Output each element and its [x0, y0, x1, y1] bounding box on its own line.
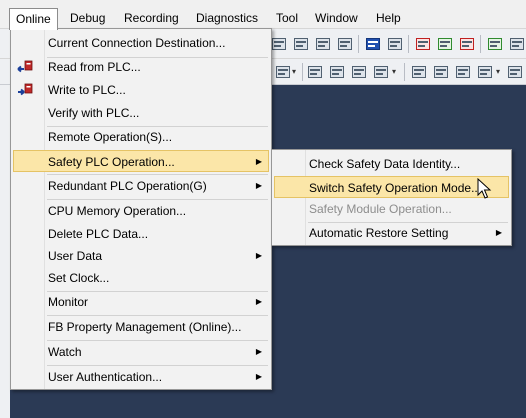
cross-reference-icon[interactable]: [328, 64, 346, 80]
menu-item-monitor[interactable]: Monitor ▶: [13, 291, 269, 313]
menu-bar: Online Debug Recording Diagnostics Tool …: [0, 8, 526, 30]
menu-item-read-from-plc[interactable]: Read from PLC...: [13, 56, 269, 78]
menu-help[interactable]: Help: [370, 8, 407, 29]
window-icon[interactable]: [508, 36, 526, 52]
menu-item-label: Read from PLC...: [48, 60, 141, 74]
menu-item-label: Switch Safety Operation Mode...: [309, 181, 482, 195]
menu-tool[interactable]: Tool: [270, 8, 304, 29]
menu-item-fb-property-management[interactable]: FB Property Management (Online)...: [13, 316, 269, 338]
menu-item-check-safety-data-identity[interactable]: Check Safety Data Identity...: [274, 153, 509, 175]
menu-item-label: User Authentication...: [48, 370, 163, 384]
submenu-arrow-icon: ▶: [255, 297, 262, 306]
menu-item-label: Safety Module Operation...: [309, 202, 452, 216]
element-list-icon[interactable]: [410, 64, 428, 80]
label-icon[interactable]: [476, 64, 494, 80]
menu-item-set-clock[interactable]: Set Clock...: [13, 267, 269, 289]
menu-item-switch-safety-operation-mode[interactable]: Switch Safety Operation Mode...: [274, 176, 509, 198]
menu-item-label: Set Clock...: [48, 271, 110, 285]
menu-item-label: Write to PLC...: [48, 83, 126, 97]
monitor-stop-icon[interactable]: [292, 36, 310, 52]
left-dock-strip: [0, 29, 10, 418]
menu-item-label: Delete PLC Data...: [48, 227, 149, 241]
menu-item-current-connection-destination[interactable]: Current Connection Destination...: [13, 32, 269, 54]
menu-item-watch[interactable]: Watch ▶: [13, 341, 269, 363]
verify-icon[interactable]: [458, 36, 476, 52]
menu-debug[interactable]: Debug: [64, 8, 111, 29]
menu-item-label: FB Property Management (Online)...: [48, 320, 242, 334]
menu-item-redundant-plc-operation[interactable]: Redundant PLC Operation(G) ▶: [13, 175, 269, 197]
menu-item-label: Monitor: [48, 295, 89, 309]
menu-item-label: Remote Operation(S)...: [48, 130, 173, 144]
submenu-arrow-icon: ▶: [495, 228, 502, 237]
zoom-icon[interactable]: [274, 64, 292, 80]
write-to-plc-icon: [18, 83, 33, 96]
menu-diagnostics[interactable]: Diagnostics: [190, 8, 264, 29]
menu-item-label: User Data: [48, 249, 103, 263]
read-icon[interactable]: [414, 36, 432, 52]
menu-item-remote-operation[interactable]: Remote Operation(S)...: [13, 126, 269, 148]
menu-window[interactable]: Window: [309, 8, 364, 29]
menu-item-label: Verify with PLC...: [48, 106, 140, 120]
monitor-start-icon[interactable]: [270, 36, 288, 52]
menu-item-verify-with-plc[interactable]: Verify with PLC...: [13, 102, 269, 124]
menu-item-user-data[interactable]: User Data ▶: [13, 245, 269, 267]
safety-plc-submenu: Check Safety Data Identity... Switch Saf…: [271, 149, 512, 246]
project-icon[interactable]: [486, 36, 504, 52]
submenu-arrow-icon: ▶: [255, 347, 262, 356]
menu-online[interactable]: Online: [9, 8, 58, 30]
menu-item-label: Check Safety Data Identity...: [309, 157, 461, 171]
monitor-all-icon[interactable]: [314, 36, 332, 52]
find-dropdown-icon[interactable]: ▾: [392, 65, 399, 79]
menu-item-automatic-restore-setting[interactable]: Automatic Restore Setting ▶: [274, 222, 509, 244]
zoom-dropdown-icon[interactable]: ▾: [292, 65, 299, 79]
module-config-icon[interactable]: [432, 64, 450, 80]
menu-item-safety-plc-operation[interactable]: Safety PLC Operation... ▶: [13, 150, 269, 172]
device-batch-icon[interactable]: [386, 36, 404, 52]
menu-item-label: Watch: [48, 345, 82, 359]
device-monitor-icon[interactable]: [364, 36, 382, 52]
view-dropdown-icon[interactable]: ▾: [496, 65, 503, 79]
write-icon[interactable]: [436, 36, 454, 52]
submenu-arrow-icon: ▶: [255, 157, 262, 166]
menu-item-label: CPU Memory Operation...: [48, 204, 187, 218]
menu-item-label: Current Connection Destination...: [48, 36, 226, 50]
menu-item-safety-module-operation: Safety Module Operation...: [274, 198, 509, 220]
menu-item-user-authentication[interactable]: User Authentication... ▶: [13, 366, 269, 388]
submenu-arrow-icon: ▶: [255, 251, 262, 260]
submenu-arrow-icon: ▶: [255, 181, 262, 190]
menu-item-delete-plc-data[interactable]: Delete PLC Data...: [13, 223, 269, 245]
menu-item-cpu-memory-operation[interactable]: CPU Memory Operation...: [13, 200, 269, 222]
parameter-icon[interactable]: [454, 64, 472, 80]
menu-recording[interactable]: Recording: [118, 8, 185, 29]
menu-item-label: Automatic Restore Setting: [309, 226, 449, 240]
read-from-plc-icon: [17, 60, 33, 73]
device-list-icon[interactable]: [350, 64, 368, 80]
menu-item-write-to-plc[interactable]: Write to PLC...: [13, 79, 269, 101]
mouse-cursor-icon: [477, 178, 492, 199]
submenu-arrow-icon: ▶: [255, 372, 262, 381]
online-menu: Current Connection Destination... Read f…: [10, 28, 272, 390]
menu-item-label: Safety PLC Operation...: [48, 155, 175, 169]
monitor-stop-all-icon[interactable]: [336, 36, 354, 52]
find-icon[interactable]: [306, 64, 324, 80]
title-bar-strip: [0, 0, 526, 8]
replace-icon[interactable]: [372, 64, 390, 80]
extra-tool-icon[interactable]: [506, 64, 524, 80]
menu-item-label: Redundant PLC Operation(G): [48, 179, 207, 193]
